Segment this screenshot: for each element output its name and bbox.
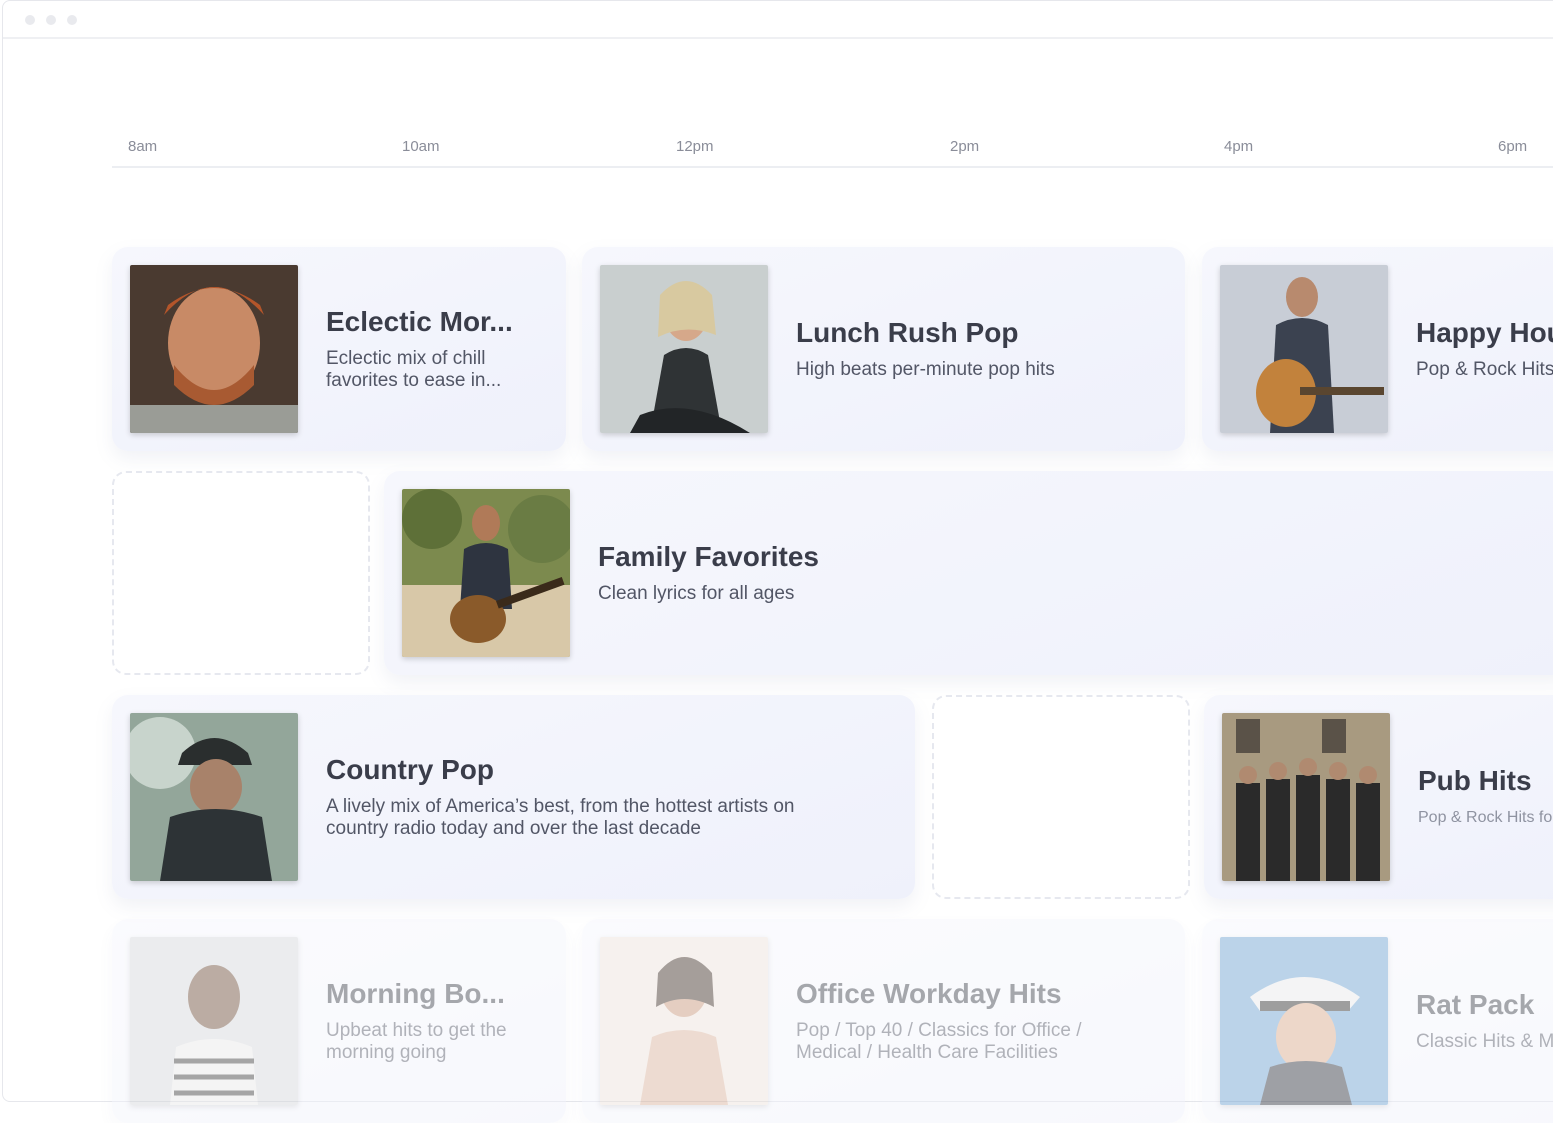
playlist-title: Family Favorites	[598, 541, 819, 572]
playlist-cover	[130, 713, 298, 881]
playlist-card[interactable]: Family Favorites Clean lyrics for all ag…	[384, 471, 1553, 675]
playlist-description: Upbeat hits to get the morning going	[326, 1020, 507, 1063]
playlist-title: Eclectic Mor...	[326, 306, 513, 337]
time-tick: 2pm	[950, 138, 980, 155]
playlist-card[interactable]: Rat Pack Classic Hits & M	[1202, 919, 1553, 1123]
playlist-description: Pop & Rock Hits	[1416, 359, 1553, 380]
playlist-cover	[130, 937, 298, 1105]
playlist-title: Country Pop	[326, 754, 494, 785]
playlist-cover	[1220, 265, 1388, 433]
time-tick: 8am	[128, 138, 158, 155]
time-tick: 12pm	[676, 138, 714, 155]
time-tick: 6pm	[1498, 138, 1528, 155]
playlist-cover	[1222, 713, 1390, 881]
playlist-description: Pop / Top 40 / Classics for Office / Med…	[796, 1020, 1082, 1063]
time-tick: 10am	[402, 138, 440, 155]
playlist-title: Happy Hou	[1416, 317, 1553, 348]
playlist-cover	[600, 937, 768, 1105]
playlist-cover	[600, 265, 768, 433]
playlist-title: Morning Bo...	[326, 978, 505, 1009]
playlist-description: Clean lyrics for all ages	[598, 583, 795, 604]
playlist-card[interactable]: Lunch Rush Pop High beats per-minute pop…	[582, 247, 1185, 451]
close-window-icon[interactable]	[25, 15, 35, 25]
playlist-card[interactable]: Happy Hou Pop & Rock Hits	[1202, 247, 1553, 451]
playlist-description: Pop & Rock Hits fo	[1418, 809, 1553, 826]
playlist-title: Office Workday Hits	[796, 978, 1062, 1009]
playlist-cover	[1220, 937, 1388, 1105]
timeline-axis: 8am 10am 12pm 2pm 4pm 6pm	[112, 130, 1553, 168]
playlist-description: Eclectic mix of chill favorites to ease …	[326, 348, 502, 391]
playlist-description: Classic Hits & M	[1416, 1031, 1553, 1052]
minimize-window-icon[interactable]	[46, 15, 56, 25]
playlist-card[interactable]: Eclectic Mor... Eclectic mix of chill fa…	[112, 247, 566, 451]
playlist-card[interactable]: Office Workday Hits Pop / Top 40 / Class…	[582, 919, 1185, 1123]
title-bar	[3, 1, 1553, 39]
playlist-cover	[130, 265, 298, 433]
empty-time-slot[interactable]	[932, 695, 1190, 899]
time-tick: 4pm	[1224, 138, 1254, 155]
playlist-title: Lunch Rush Pop	[796, 317, 1019, 348]
maximize-window-icon[interactable]	[67, 15, 77, 25]
playlist-cover	[402, 489, 570, 657]
playlist-card[interactable]: Pub Hits Pop & Rock Hits fo	[1204, 695, 1553, 899]
playlist-description: A lively mix of America’s best, from the…	[326, 796, 795, 839]
playlist-title: Pub Hits	[1418, 765, 1532, 796]
playlist-card[interactable]: Country Pop A lively mix of America’s be…	[112, 695, 915, 899]
empty-time-slot[interactable]	[112, 471, 370, 675]
playlist-title: Rat Pack	[1416, 989, 1535, 1020]
playlist-card[interactable]: Morning Bo... Upbeat hits to get the mor…	[112, 919, 566, 1123]
playlist-description: High beats per-minute pop hits	[796, 359, 1055, 380]
